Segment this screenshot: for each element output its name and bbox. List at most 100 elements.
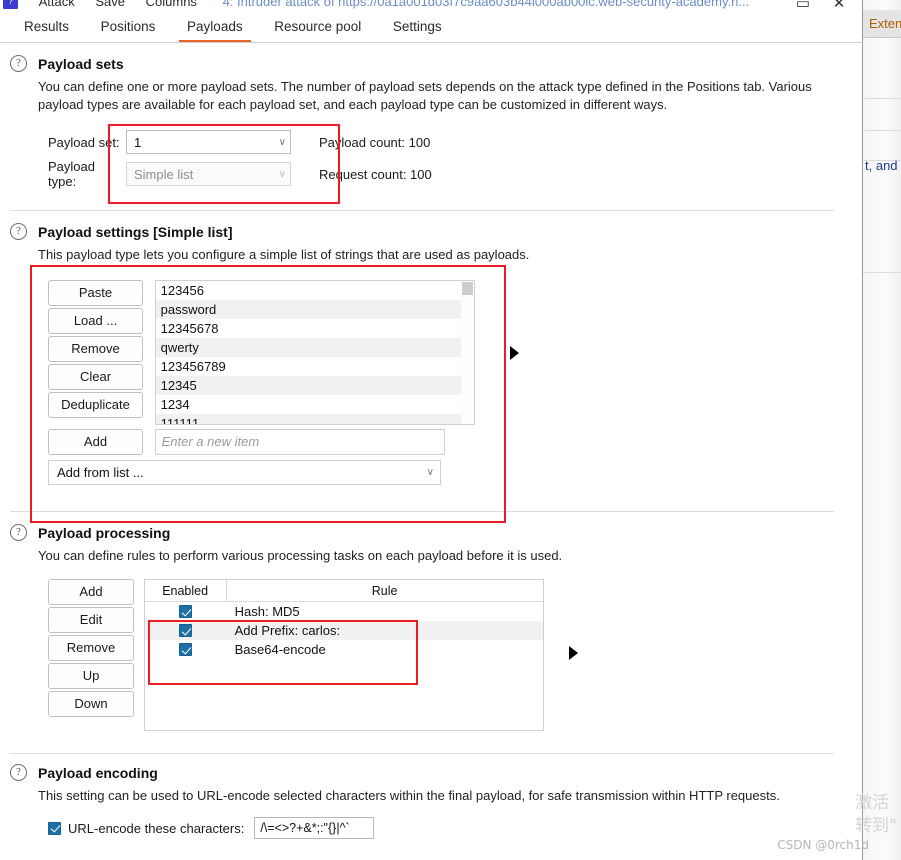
payload-settings-body: Paste Load ... Remove Clear Deduplicate …	[48, 280, 844, 485]
url-encode-characters-input[interactable]: /\=<>?+&*;:"{}|^`	[254, 817, 375, 839]
payload-type-select[interactable]: Simple list ∨	[126, 162, 291, 186]
table-row[interactable]: Add Prefix: carlos:	[144, 621, 543, 640]
checkbox-checked-icon[interactable]	[179, 643, 193, 656]
rule-enabled-cell[interactable]	[145, 624, 227, 637]
scrollbar-thumb[interactable]	[461, 282, 473, 295]
column-header-enabled: Enabled	[145, 580, 227, 601]
new-item-input[interactable]: Enter a new item	[154, 429, 445, 455]
rule-label: Base64-encode	[234, 642, 326, 657]
rule-enabled-cell[interactable]	[145, 605, 227, 618]
tab-bar: Results Positions Payloads Resource pool…	[0, 14, 862, 43]
payload-set-label: Payload set:	[48, 134, 120, 150]
list-item[interactable]: 12345678	[155, 319, 461, 338]
payload-count-label: Payload count: 100	[319, 134, 431, 150]
app-logo-icon: ?	[3, 0, 18, 10]
menu-columns[interactable]: Columns	[146, 0, 197, 9]
clear-button[interactable]: Clear	[48, 364, 143, 390]
divider	[10, 753, 834, 754]
payload-processing-buttons: Add Edit Remove Up Down	[48, 579, 134, 719]
payload-list-buttons: Paste Load ... Remove Clear Deduplicate	[48, 280, 143, 420]
payload-settings-header: ? Payload settings [Simple list]	[10, 223, 844, 240]
list-item[interactable]: 111111	[155, 414, 461, 424]
payload-type-value: Simple list	[134, 166, 194, 182]
background-window-divider	[863, 272, 901, 273]
payload-settings-description: This payload type lets you configure a s…	[38, 247, 530, 262]
rule-enabled-cell[interactable]	[145, 643, 227, 656]
remove-rule-button[interactable]: Remove	[48, 635, 134, 661]
add-button[interactable]: Add	[48, 429, 143, 455]
payload-sets-description: You can define one or more payload sets.…	[38, 79, 812, 112]
payload-settings-title: Payload settings [Simple list]	[38, 223, 233, 240]
tab-results[interactable]: Results	[10, 14, 83, 42]
move-down-button[interactable]: Down	[48, 691, 134, 717]
payload-set-value: 1	[134, 134, 142, 150]
payload-set-row: Payload set: 1 ∨ Payload count: 100	[48, 128, 844, 156]
list-item[interactable]: password	[155, 300, 461, 319]
checkbox-checked-icon[interactable]	[179, 605, 193, 618]
chevron-down-icon: ∨	[278, 168, 286, 180]
window-title: 4: Intruder attack of https://0a1a001d03…	[222, 0, 750, 10]
url-encode-row: URL-encode these characters: /\=<>?+&*;:…	[48, 817, 844, 839]
checkbox-checked-icon[interactable]	[48, 821, 61, 835]
remove-button[interactable]: Remove	[48, 336, 143, 362]
background-window-tab: Extens	[863, 10, 901, 38]
expand-arrow-icon[interactable]	[510, 346, 519, 360]
chevron-down-icon: ∨	[426, 467, 434, 478]
add-from-list-label: Add from list ...	[57, 465, 144, 480]
payload-processing-table[interactable]: Enabled Rule Hash: MD5 Add Prefix: carlo…	[143, 579, 544, 731]
add-item-row: Add Enter a new item	[48, 429, 844, 457]
table-row[interactable]: Hash: MD5	[145, 602, 543, 621]
list-item[interactable]: qwerty	[155, 338, 461, 357]
paste-button[interactable]: Paste	[48, 280, 143, 306]
title-bar: ? Attack Save Columns 4: Intruder attack…	[0, 0, 862, 14]
tab-payloads[interactable]: Payloads	[173, 14, 257, 42]
payload-type-label: Payload type:	[48, 159, 95, 189]
tab-positions[interactable]: Positions	[87, 14, 170, 42]
rule-label: Hash: MD5	[234, 604, 300, 619]
add-from-list-select[interactable]: Add from list ... ∨	[48, 460, 441, 485]
payload-processing-description: You can define rules to perform various …	[38, 548, 563, 563]
maximize-icon[interactable]: ▭	[792, 0, 814, 14]
background-window-divider	[863, 98, 901, 99]
payload-sets-title: Payload sets	[38, 55, 124, 72]
add-rule-button[interactable]: Add	[48, 579, 134, 605]
expand-arrow-icon[interactable]	[569, 646, 578, 660]
payload-list-scrollbar[interactable]	[460, 281, 474, 424]
payload-set-select[interactable]: 1 ∨	[126, 130, 291, 154]
url-encode-label: URL-encode these characters:	[68, 820, 245, 836]
list-item[interactable]: 123456789	[155, 357, 461, 376]
help-icon[interactable]: ?	[10, 524, 27, 541]
menu-attack[interactable]: Attack	[39, 0, 75, 9]
background-window-divider	[863, 130, 901, 131]
list-item[interactable]: 1234	[155, 395, 461, 414]
activation-line-2: 转到"	[855, 816, 897, 836]
payload-processing-body: Add Edit Remove Up Down Enabled Rule Has…	[48, 579, 844, 731]
payload-processing-title: Payload processing	[38, 524, 171, 541]
activation-line-1: 激活	[855, 793, 890, 813]
list-item[interactable]: 12345	[155, 376, 461, 395]
tab-settings[interactable]: Settings	[379, 14, 456, 42]
checkbox-checked-icon[interactable]	[179, 624, 193, 637]
table-row[interactable]: Base64-encode	[145, 640, 543, 659]
menu-save[interactable]: Save	[95, 0, 125, 9]
load-button[interactable]: Load ...	[48, 308, 143, 334]
move-up-button[interactable]: Up	[48, 663, 134, 689]
payload-list[interactable]: 123456 password 12345678 qwerty 12345678…	[154, 280, 475, 425]
close-icon[interactable]: ✕	[828, 0, 850, 14]
chevron-down-icon: ∨	[278, 136, 286, 148]
payload-type-row: Payload type: Simple list ∨ Request coun…	[48, 159, 844, 189]
payload-encoding-description: This setting can be used to URL-encode s…	[38, 788, 780, 803]
help-icon[interactable]: ?	[10, 55, 27, 72]
column-header-rule: Rule	[371, 584, 398, 598]
list-item[interactable]: 123456	[155, 281, 461, 300]
deduplicate-button[interactable]: Deduplicate	[48, 392, 143, 418]
payload-sets-header: ? Payload sets	[10, 55, 844, 72]
help-icon[interactable]: ?	[10, 764, 27, 781]
csdn-watermark: CSDN @0rch1d	[777, 838, 869, 852]
tab-resource-pool[interactable]: Resource pool	[260, 14, 375, 42]
help-icon[interactable]: ?	[10, 223, 27, 240]
rule-label: Add Prefix: carlos:	[234, 623, 341, 638]
table-header: Enabled Rule	[144, 580, 543, 602]
edit-rule-button[interactable]: Edit	[48, 607, 134, 633]
payload-encoding-title: Payload encoding	[38, 764, 158, 781]
